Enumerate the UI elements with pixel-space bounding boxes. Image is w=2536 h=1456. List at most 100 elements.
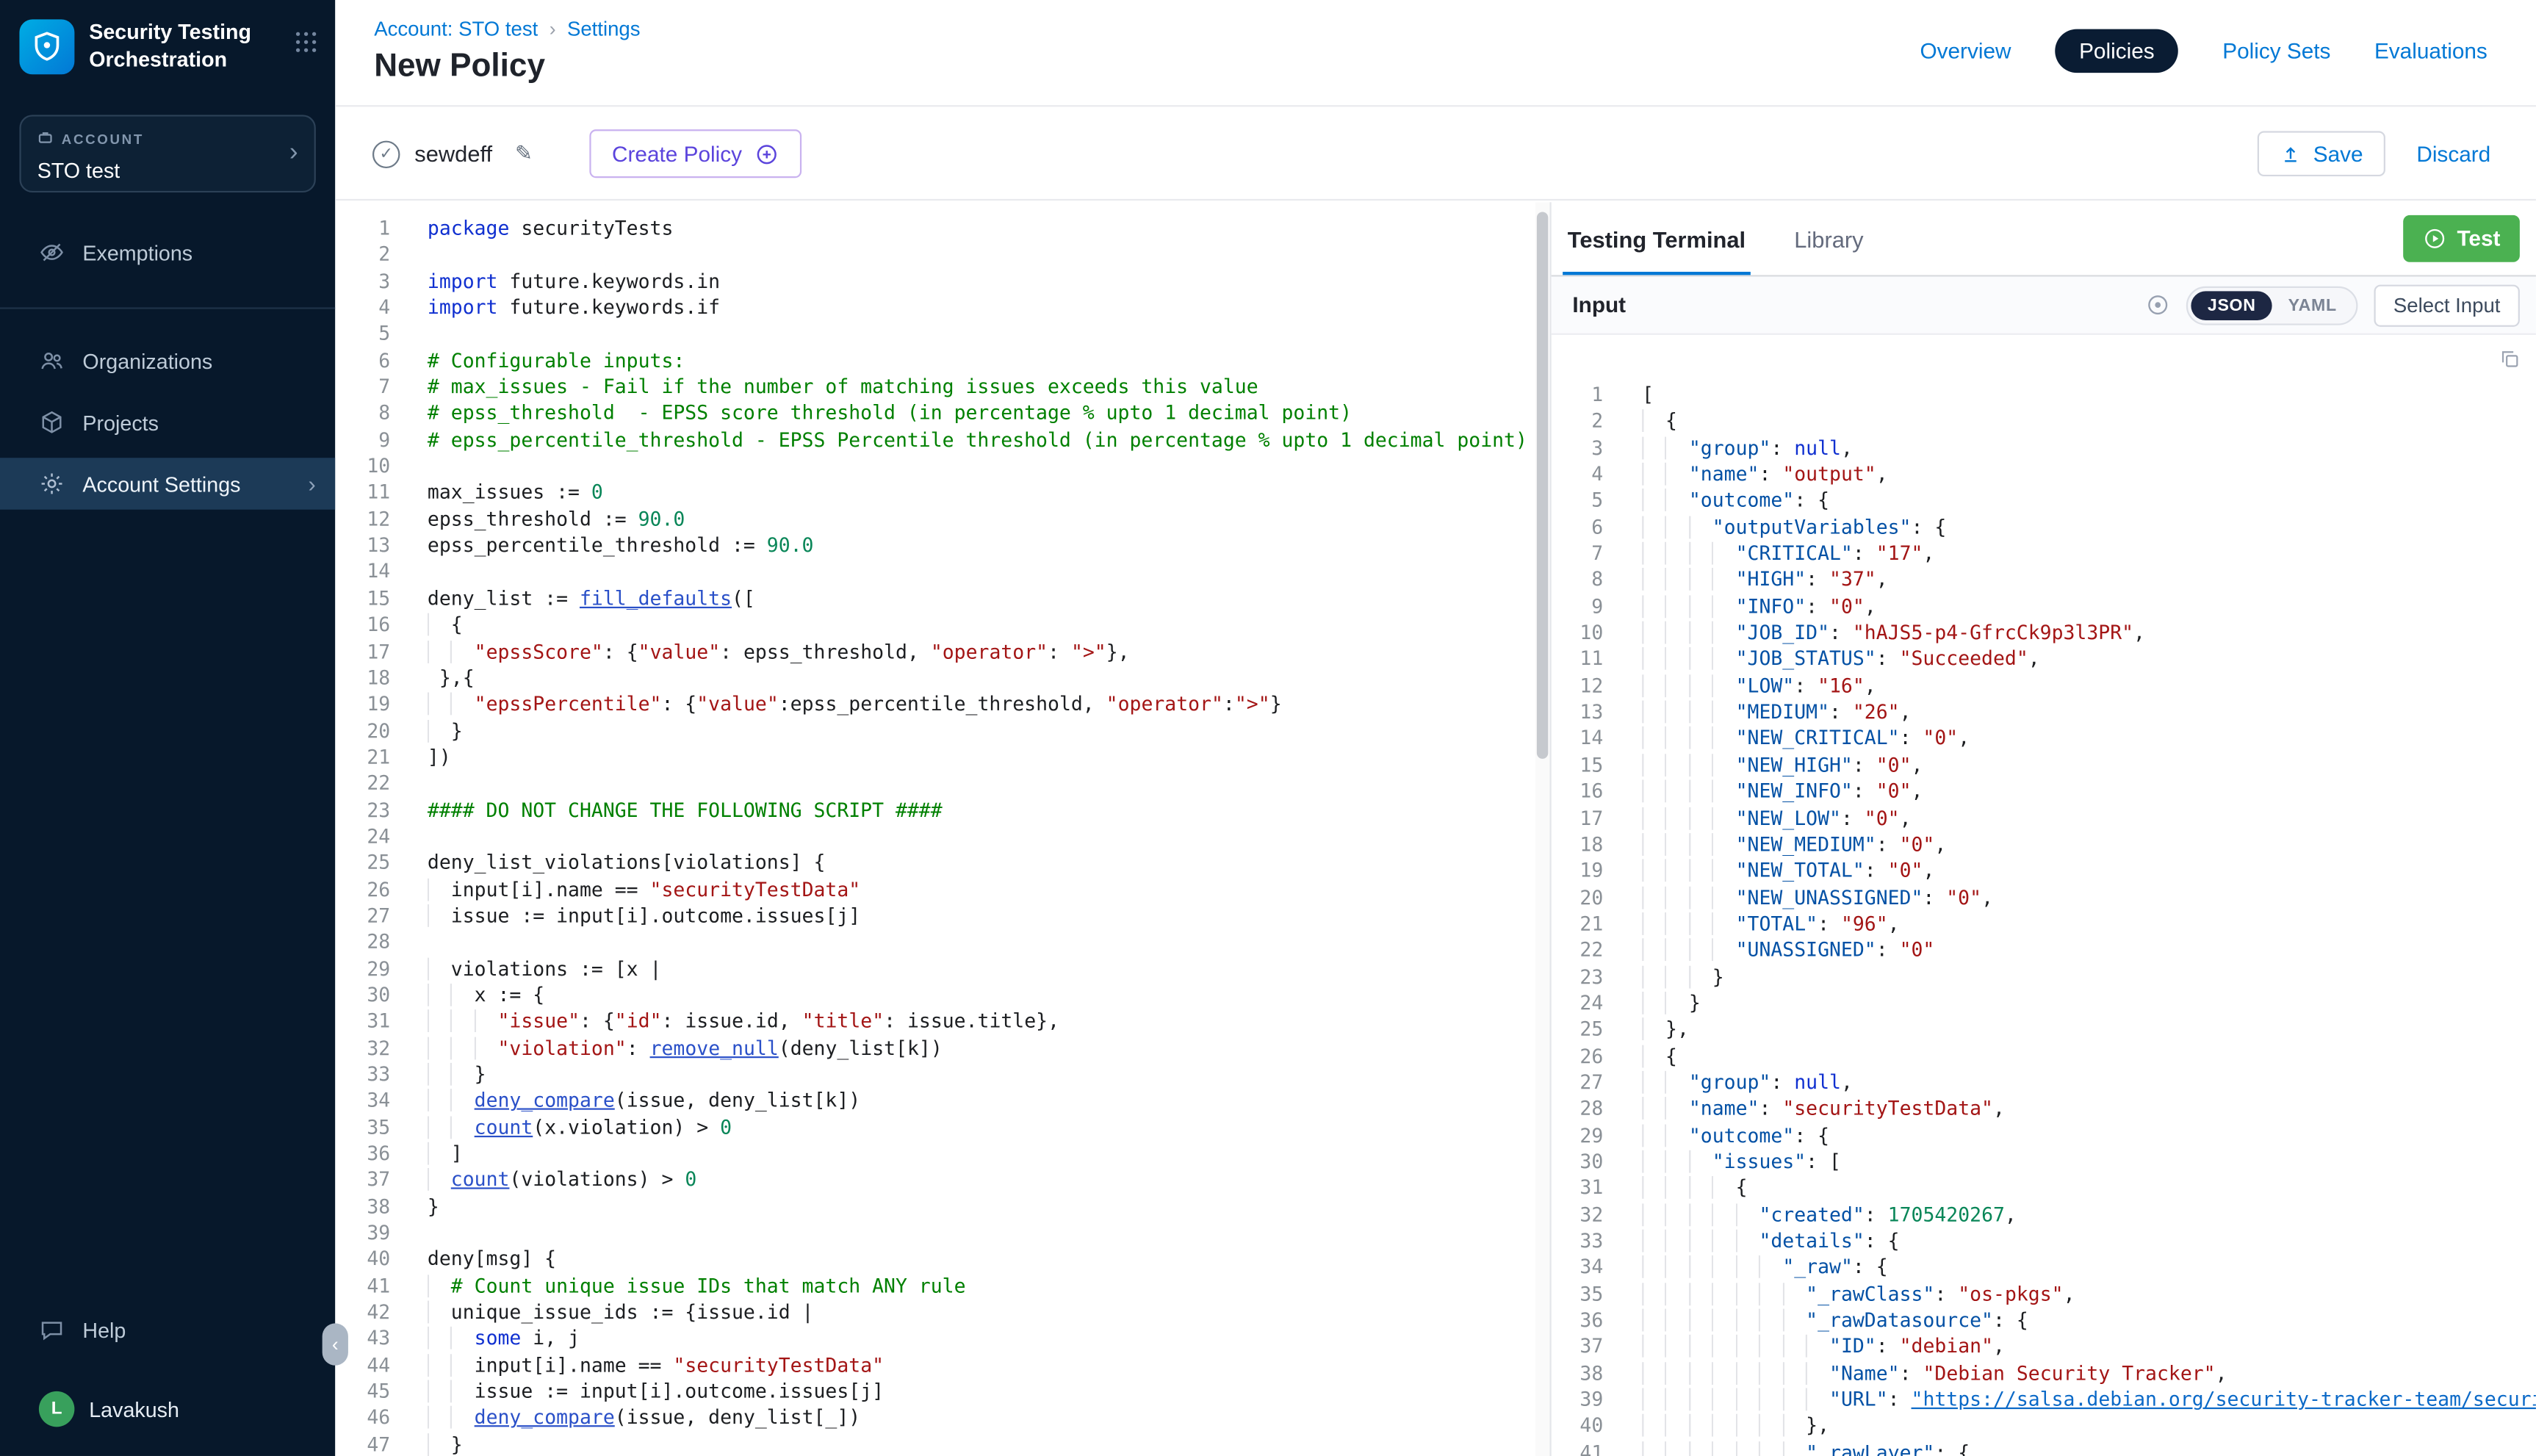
code-line[interactable]: 4 "name": "output", [1552,461,2536,488]
code-line[interactable]: 3 "group": null, [1552,435,2536,461]
code-line[interactable]: 42 unique_issue_ids := {issue.id | [335,1300,1535,1326]
code-line[interactable]: 41 "_rawLayer": { [1552,1439,2536,1456]
code-line[interactable]: 23 } [1552,964,2536,990]
code-line[interactable]: 31 { [1552,1175,2536,1201]
code-line[interactable]: 5 [335,321,1535,347]
code-line[interactable]: 24 [335,823,1535,850]
code-line[interactable]: 44 input[i].name == "securityTestData" [335,1352,1535,1379]
format-yaml-option[interactable]: YAML [2272,290,2353,320]
code-line[interactable]: 28 [335,929,1535,956]
editor-scrollbar-thumb[interactable] [1537,212,1548,758]
code-line[interactable]: 21]) [335,744,1535,771]
code-line[interactable]: 3import future.keywords.in [335,268,1535,295]
code-line[interactable]: 13 "MEDIUM": "26", [1552,699,2536,726]
code-line[interactable]: 33 } [335,1062,1535,1088]
code-line[interactable]: 13epss_percentile_threshold := 90.0 [335,533,1535,559]
code-line[interactable]: 19 "NEW_TOTAL": "0", [1552,858,2536,884]
code-line[interactable]: 4import future.keywords.if [335,295,1535,321]
account-selector[interactable]: ACCOUNT STO test › [19,115,315,192]
code-line[interactable]: 15deny_list := fill_defaults([ [335,585,1535,612]
code-line[interactable]: 16 "NEW_INFO": "0", [1552,779,2536,805]
breadcrumb-account-link[interactable]: Account: STO test [374,18,538,40]
code-line[interactable]: 27 issue := input[i].outcome.issues[j] [335,903,1535,929]
code-line[interactable]: 18 "NEW_MEDIUM": "0", [1552,832,2536,858]
code-line[interactable]: 12 "LOW": "16", [1552,673,2536,699]
sidebar-item-projects[interactable]: Projects [0,397,335,448]
policy-code-editor[interactable]: 1package securityTests23import future.ke… [335,202,1535,1456]
code-line[interactable]: 35 count(x.violation) > 0 [335,1114,1535,1141]
code-line[interactable]: 5 "outcome": { [1552,488,2536,514]
code-line[interactable]: 43 some i, j [335,1326,1535,1352]
code-line[interactable]: 26 { [1552,1043,2536,1070]
sidebar-item-organizations[interactable]: Organizations [0,335,335,386]
code-line[interactable]: 11 "JOB_STATUS": "Succeeded", [1552,646,2536,673]
test-button[interactable]: Test [2404,215,2520,262]
code-line[interactable]: 18 },{ [335,665,1535,691]
code-line[interactable]: 12epss_threshold := 90.0 [335,506,1535,533]
code-line[interactable]: 9 "INFO": "0", [1552,594,2536,620]
code-line[interactable]: 45 issue := input[i].outcome.issues[j] [335,1379,1535,1405]
code-line[interactable]: 36 ] [335,1141,1535,1167]
code-line[interactable]: 38} [335,1194,1535,1220]
code-line[interactable]: 46 deny_compare(issue, deny_list[_]) [335,1405,1535,1432]
breadcrumb-settings-link[interactable]: Settings [567,18,641,40]
code-line[interactable]: 30 x := { [335,982,1535,1009]
code-line[interactable]: 10 "JOB_ID": "hAJS5-p4-GfrcCk9p3l3PR", [1552,620,2536,646]
code-line[interactable]: 19 "epssPercentile": {"value":epss_perce… [335,691,1535,718]
code-line[interactable]: 29 violations := [x | [335,956,1535,982]
discard-button[interactable]: Discard [2400,142,2507,166]
code-line[interactable]: 36 "_rawDatasource": { [1552,1307,2536,1333]
code-line[interactable]: 25 }, [1552,1017,2536,1043]
code-line[interactable]: 31 "issue": {"id": issue.id, "title": is… [335,1009,1535,1035]
code-line[interactable]: 20 "NEW_UNASSIGNED": "0", [1552,884,2536,911]
code-line[interactable]: 23#### DO NOT CHANGE THE FOLLOWING SCRIP… [335,797,1535,823]
code-line[interactable]: 14 "NEW_CRITICAL": "0", [1552,726,2536,752]
code-line[interactable]: 7# max_issues - Fail if the number of ma… [335,374,1535,400]
sidebar-item-help[interactable]: Help [0,1304,335,1355]
code-line[interactable]: 41 # Count unique issue IDs that match A… [335,1273,1535,1300]
code-line[interactable]: 24 } [1552,990,2536,1017]
module-grid-icon[interactable] [293,19,319,62]
sidebar-item-account-settings[interactable]: Account Settings › [0,458,335,509]
code-line[interactable]: 40deny[msg] { [335,1247,1535,1273]
code-line[interactable]: 17 "NEW_LOW": "0", [1552,805,2536,832]
code-line[interactable]: 29 "outcome": { [1552,1122,2536,1149]
code-line[interactable]: 30 "issues": [ [1552,1148,2536,1175]
save-button[interactable]: Save [2258,131,2386,176]
code-line[interactable]: 6# Configurable inputs: [335,347,1535,374]
code-line[interactable]: 22 [335,771,1535,797]
code-line[interactable]: 20 } [335,718,1535,744]
code-line[interactable]: 34 "_raw": { [1552,1254,2536,1280]
code-line[interactable]: 1package securityTests [335,215,1535,242]
code-line[interactable]: 1[ [1552,382,2536,408]
sidebar-collapse-handle[interactable]: ‹ [323,1323,348,1365]
code-line[interactable]: 35 "_rawClass": "os-pkgs", [1552,1280,2536,1307]
app-logo-icon[interactable] [19,19,74,74]
code-line[interactable]: 37 "ID": "debian", [1552,1333,2536,1360]
code-line[interactable]: 27 "group": null, [1552,1070,2536,1096]
code-line[interactable]: 7 "CRITICAL": "17", [1552,541,2536,567]
code-line[interactable]: 16 { [335,612,1535,638]
code-line[interactable]: 6 "outputVariables": { [1552,514,2536,541]
code-line[interactable]: 2 { [1552,408,2536,435]
sidebar-item-exemptions[interactable]: Exemptions [0,226,335,278]
copy-icon[interactable] [2499,347,2521,378]
edit-pencil-icon[interactable]: ✎ [515,141,533,167]
tab-evaluations[interactable]: Evaluations [2374,39,2488,63]
input-json-viewer[interactable]: 1[2 {3 "group": null,4 "name": "output",… [1552,336,2536,1456]
code-line[interactable]: 11max_issues := 0 [335,480,1535,506]
code-line[interactable]: 37 count(violations) > 0 [335,1167,1535,1194]
tab-policy-sets[interactable]: Policy Sets [2222,39,2330,63]
code-line[interactable]: 26 input[i].name == "securityTestData" [335,876,1535,903]
code-line[interactable]: 2 [335,242,1535,268]
code-line[interactable]: 40 }, [1552,1413,2536,1439]
tab-overview[interactable]: Overview [1920,39,2011,63]
code-line[interactable]: 22 "UNASSIGNED": "0" [1552,937,2536,964]
code-line[interactable]: 14 [335,559,1535,585]
code-line[interactable]: 25deny_list_violations[violations] { [335,850,1535,876]
create-policy-button[interactable]: Create Policy [589,129,801,178]
user-menu[interactable]: L Lavakush [0,1382,335,1437]
code-line[interactable]: 39 [335,1220,1535,1247]
select-input-button[interactable]: Select Input [2374,284,2519,325]
format-json-option[interactable]: JSON [2191,290,2272,320]
